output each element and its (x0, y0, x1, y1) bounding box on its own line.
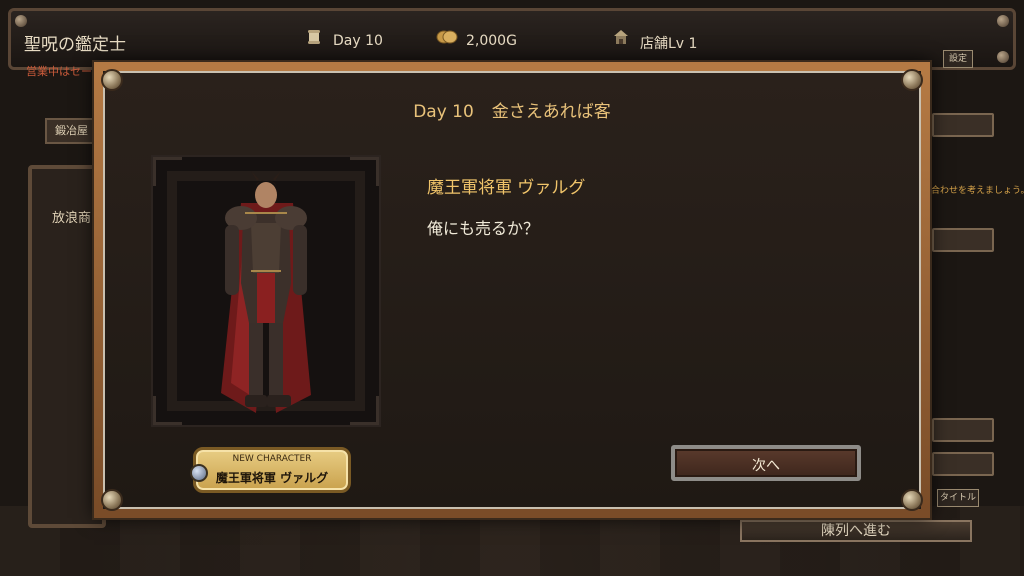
badge-caption: NEW CHARACTER (232, 454, 312, 464)
speaker-name: 魔王軍将軍 ヴァルグ (427, 178, 586, 198)
right-menu-bar[interactable] (932, 418, 994, 442)
badge-character-name: 魔王軍将軍 ヴァルグ (215, 471, 329, 485)
corner-stud-icon (101, 489, 123, 511)
frame-corner (350, 396, 379, 425)
new-character-badge: NEW CHARACTER 魔王軍将軍 ヴァルグ (190, 447, 351, 493)
scroll-icon (308, 30, 320, 44)
corner-stud-icon (101, 69, 123, 91)
event-dialog: Day 10 金さえあれば客 魔王軍将軍 ヴァルグ 俺にも売るか？ NEW CH… (94, 62, 930, 518)
right-menu-bar[interactable] (932, 113, 994, 137)
dialog-line: 俺にも売るか？ (427, 219, 540, 238)
bolt-icon (15, 15, 27, 27)
portrait-frame (151, 155, 381, 427)
dialog-inner: Day 10 金さえあれば客 魔王軍将軍 ヴァルグ 俺にも売るか？ NEW CH… (101, 69, 923, 511)
event-title: 金さえあれば客 (491, 102, 611, 122)
notice-text: 営業中はセーブ (26, 65, 103, 78)
corner-stud-icon (901, 489, 923, 511)
smithy-tab-label: 鍛冶屋 (55, 124, 88, 137)
day-counter: Day 10 (333, 33, 383, 49)
wanderer-label: 放浪商 (52, 211, 92, 226)
right-menu-bar[interactable] (932, 228, 994, 252)
next-button-label: 次へ (752, 458, 780, 474)
frame-corner (153, 396, 182, 425)
title-button[interactable]: タイトル (937, 489, 979, 507)
shop-level: 店舗Lv 1 (640, 36, 698, 52)
frame-corner (153, 157, 182, 186)
shop-icon (614, 30, 628, 44)
settings-button[interactable]: 設定 (943, 50, 973, 68)
dialog-heading: Day 10 金さえあれば客 (105, 97, 919, 122)
right-hint-text: 合わせを考えましょう。 (931, 186, 1024, 196)
corner-stud-icon (901, 69, 923, 91)
character-portrait (221, 171, 311, 413)
proceed-to-display-button[interactable]: 陳列へ進む (740, 520, 972, 542)
coin-icon (436, 30, 458, 44)
bolt-icon (997, 15, 1009, 27)
game-title: 聖呪の鑑定士 (24, 35, 126, 55)
bolt-icon (997, 51, 1009, 63)
frame-corner (350, 157, 379, 186)
dialog-day: Day 10 (413, 102, 474, 122)
right-menu-bar[interactable] (932, 452, 994, 476)
next-button[interactable]: 次へ (671, 445, 861, 481)
gold-amount: 2,000G (466, 33, 517, 49)
